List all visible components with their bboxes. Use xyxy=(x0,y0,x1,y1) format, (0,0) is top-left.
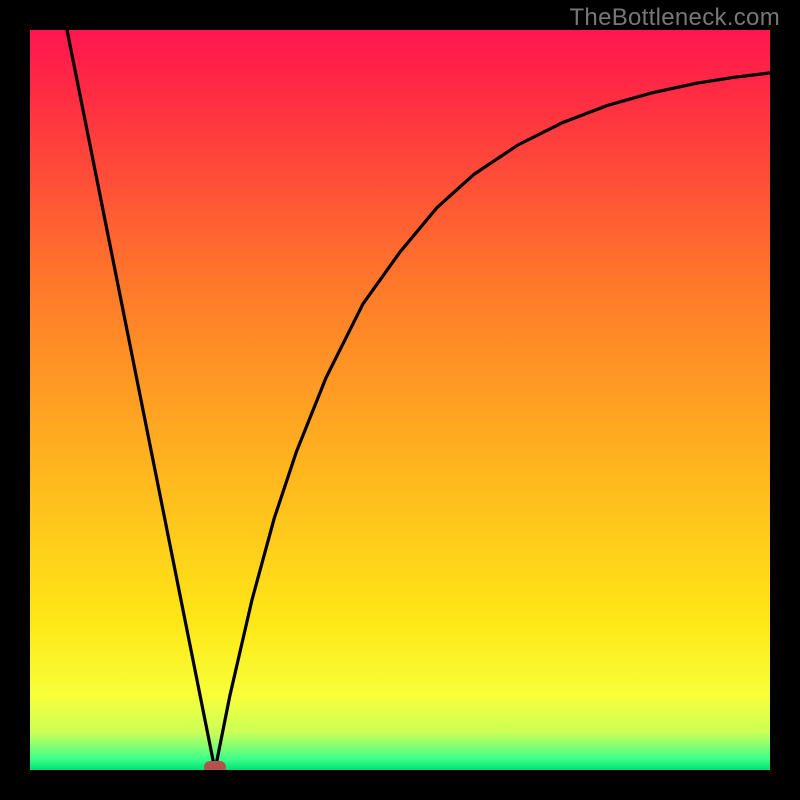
optimum-marker xyxy=(204,761,226,770)
bottleneck-curve xyxy=(30,30,770,770)
chart-frame: TheBottleneck.com xyxy=(0,0,800,800)
plot-area xyxy=(30,30,770,770)
watermark-text: TheBottleneck.com xyxy=(569,4,780,32)
